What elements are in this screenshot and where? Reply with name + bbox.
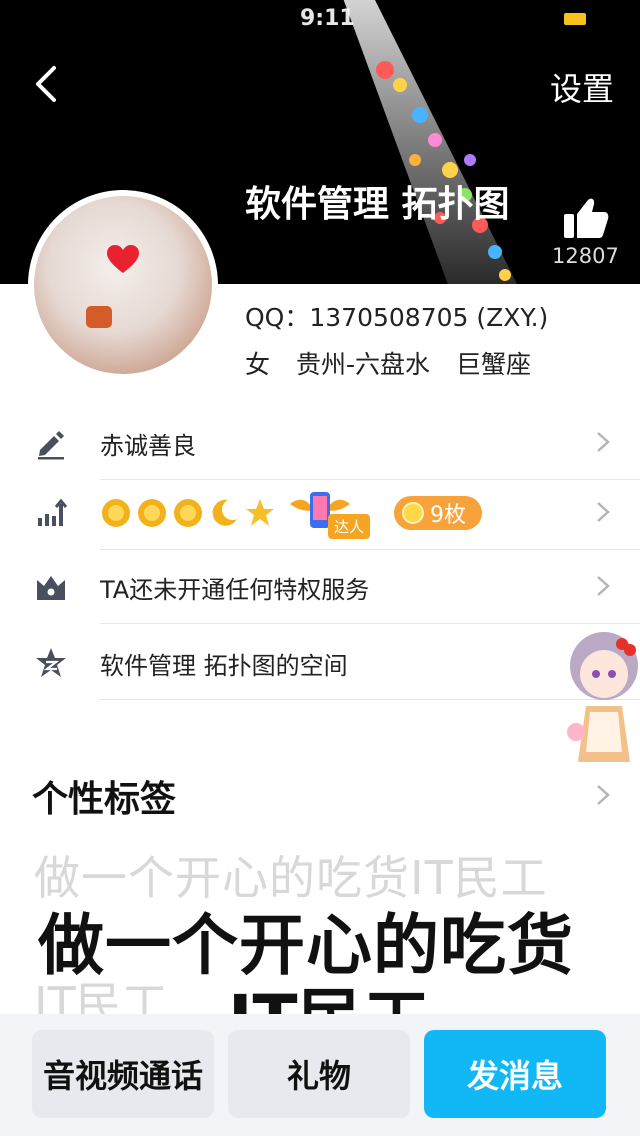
chevron-right-icon — [597, 576, 610, 596]
cat-collar-tag — [86, 306, 112, 328]
profile-name: 软件管理 拓扑图 — [245, 184, 510, 225]
moon-icon — [212, 499, 237, 526]
qzone-star-icon — [36, 648, 66, 677]
thumbs-up-icon[interactable] — [560, 196, 610, 240]
level-row[interactable]: 达人 9枚 — [0, 474, 640, 550]
pen-icon — [38, 431, 64, 460]
bottom-action-bar: 音视频通话 礼物 发消息 — [0, 1014, 640, 1136]
coin-count: 9枚 — [430, 503, 466, 528]
signature-row[interactable]: 赤诚善良 — [0, 404, 640, 480]
signature-text: 赤诚善良 — [100, 432, 196, 460]
coin-badge: 9枚 — [394, 496, 482, 530]
daren-label: 达人 — [328, 514, 371, 539]
qq-number: QQ：1370508705 (ZXY.) — [245, 303, 549, 332]
sun-icon — [174, 499, 202, 527]
spotlight-decoration — [343, 0, 517, 284]
gender: 女 — [245, 350, 271, 379]
privilege-row[interactable]: TA还未开通任何特权服务 — [0, 548, 640, 624]
crown-icon — [37, 576, 65, 600]
chevron-left-icon[interactable] — [28, 62, 68, 106]
level-badges: 达人 9枚 — [100, 490, 482, 539]
tags-title: 个性标签 — [32, 779, 177, 820]
sun-icon — [102, 499, 130, 527]
level-chart-icon — [38, 498, 68, 526]
chevron-right-icon — [597, 502, 610, 522]
daren-badge: 达人 — [286, 490, 382, 539]
privilege-text: TA还未开通任何特权服务 — [100, 576, 370, 604]
qzone-row[interactable]: 软件管理 拓扑图的空间 — [0, 624, 640, 700]
zodiac: 巨蟹座 — [455, 350, 531, 379]
location: 贵州-六盘水 — [295, 350, 430, 379]
chevron-right-icon — [597, 432, 610, 452]
qzone-text: 软件管理 拓扑图的空间 — [100, 652, 348, 680]
star-icon — [246, 499, 274, 526]
avatar-photo — [34, 196, 212, 374]
chevron-right-icon[interactable] — [596, 784, 610, 806]
settings-button[interactable]: 设置 — [550, 64, 614, 110]
heart-icon — [107, 245, 139, 273]
video-call-button[interactable]: 音视频通话 — [32, 1030, 214, 1118]
sun-icon — [138, 499, 166, 527]
anime-girl-pendant — [567, 632, 638, 762]
gift-button[interactable]: 礼物 — [228, 1030, 410, 1118]
status-time: 9:11 — [300, 6, 355, 31]
like-count: 12807 — [552, 244, 619, 268]
profile-details: 女 贵州-六盘水 巨蟹座 — [245, 345, 549, 381]
send-message-button[interactable]: 发消息 — [424, 1030, 606, 1118]
battery-icon — [564, 13, 586, 25]
coin-icon — [402, 502, 424, 524]
avatar[interactable] — [28, 190, 218, 380]
